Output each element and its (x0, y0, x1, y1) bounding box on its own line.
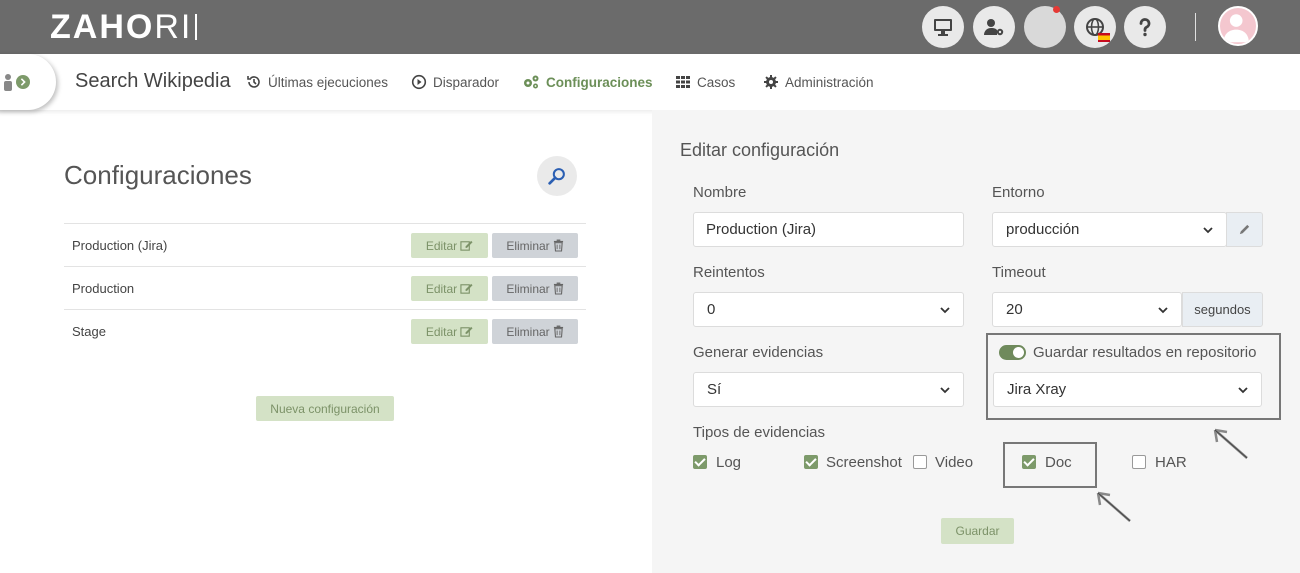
help-button[interactable] (1124, 6, 1166, 48)
notifications-button[interactable] (1024, 6, 1066, 48)
grid-icon (676, 76, 690, 88)
configurations-title: Configuraciones (64, 160, 252, 190)
generate-evidence-label: Generar evidencias (693, 344, 824, 361)
trash-icon (553, 325, 563, 338)
evidence-types-label: Tipos de evidencias (693, 424, 826, 441)
table-row: Stage Editar Eliminar (64, 309, 586, 352)
edit-button[interactable]: Editar (411, 276, 488, 301)
delete-button[interactable]: Eliminar (492, 276, 578, 301)
chevron-down-icon (1158, 306, 1168, 313)
repository-highlight-box (986, 333, 1281, 420)
person-icon (4, 74, 12, 91)
edit-configuration-title: Editar configuración (680, 140, 840, 160)
topbar-divider (1195, 13, 1196, 41)
chevron-down-icon (940, 306, 950, 313)
screenshot-label: Screenshot (826, 454, 902, 471)
user-avatar[interactable] (1218, 6, 1258, 46)
nav-ultimas-ejecuciones[interactable]: Últimas ejecuciones (246, 74, 388, 90)
gears-icon (524, 75, 539, 89)
pencil-icon (1239, 224, 1250, 235)
nav-configuraciones[interactable]: Configuraciones (522, 74, 653, 90)
chevron-right-icon (16, 75, 30, 89)
edit-environment-button[interactable] (1226, 212, 1263, 247)
delete-button[interactable]: Eliminar (492, 233, 578, 258)
log-checkbox[interactable] (693, 455, 707, 469)
save-button[interactable]: Guardar (941, 518, 1014, 544)
edit-icon (460, 283, 473, 294)
question-icon (1139, 18, 1151, 37)
nav-disparador[interactable]: Disparador (411, 74, 499, 90)
arrow-icon (1096, 491, 1131, 522)
timeout-select[interactable]: 20 (992, 292, 1182, 327)
user-gear-icon (984, 19, 1004, 36)
doc-highlight-box (1003, 442, 1097, 488)
nav-casos[interactable]: Casos (675, 74, 735, 90)
language-button[interactable] (1074, 6, 1116, 48)
edit-icon (460, 240, 473, 251)
timeout-unit: segundos (1182, 292, 1263, 327)
play-icon (411, 74, 427, 90)
top-bar: ZAHORI (0, 0, 1300, 54)
notification-dot-icon (1053, 6, 1060, 13)
arrow-icon (1213, 428, 1248, 459)
monitor-icon (934, 19, 952, 36)
project-title: Search Wikipedia (75, 70, 231, 92)
har-label: HAR (1155, 454, 1187, 471)
gear-icon (764, 75, 778, 89)
user-settings-button[interactable] (973, 6, 1015, 48)
log-label: Log (716, 454, 742, 471)
config-name: Production (72, 281, 135, 296)
screenshot-checkbox[interactable] (804, 455, 818, 469)
environment-select[interactable]: producción (992, 212, 1227, 247)
trash-icon (553, 282, 563, 295)
har-checkbox[interactable] (1132, 455, 1146, 469)
nav-administracion[interactable]: Administración (763, 74, 874, 90)
retries-label: Reintentos (693, 264, 765, 281)
new-configuration-button[interactable]: Nueva configuración (256, 396, 394, 421)
app-logo[interactable]: ZAHORI (50, 8, 198, 47)
avatar-icon (1223, 14, 1249, 43)
nav-bar: Search Wikipedia Últimas ejecuciones Dis… (0, 54, 1300, 110)
config-name: Stage (72, 324, 106, 339)
timeout-label: Timeout (992, 264, 1046, 281)
search-icon (548, 168, 565, 185)
config-name: Production (Jira) (72, 238, 168, 253)
generate-evidence-select[interactable]: Sí (693, 372, 964, 407)
chevron-down-icon (940, 386, 950, 393)
video-label: Video (935, 454, 974, 471)
table-row: Production (Jira) Editar Eliminar (64, 223, 586, 266)
search-button[interactable] (537, 156, 577, 196)
history-icon (247, 76, 260, 88)
monitor-button[interactable] (922, 6, 964, 48)
edit-button[interactable]: Editar (411, 319, 488, 344)
edit-icon (460, 326, 473, 337)
sidebar-toggle[interactable] (0, 54, 56, 110)
video-checkbox[interactable] (913, 455, 927, 469)
delete-button[interactable]: Eliminar (492, 319, 578, 344)
retries-select[interactable]: 0 (693, 292, 964, 327)
environment-label: Entorno (992, 184, 1045, 201)
edit-button[interactable]: Editar (411, 233, 488, 258)
spain-flag-icon (1098, 33, 1110, 42)
table-row: Production Editar Eliminar (64, 266, 586, 309)
chevron-down-icon (1203, 226, 1213, 233)
trash-icon (553, 239, 563, 252)
name-input[interactable]: Production (Jira) (693, 212, 964, 247)
name-label: Nombre (693, 184, 747, 201)
configurations-table: Production (Jira) Editar Eliminar Produc… (64, 223, 586, 352)
